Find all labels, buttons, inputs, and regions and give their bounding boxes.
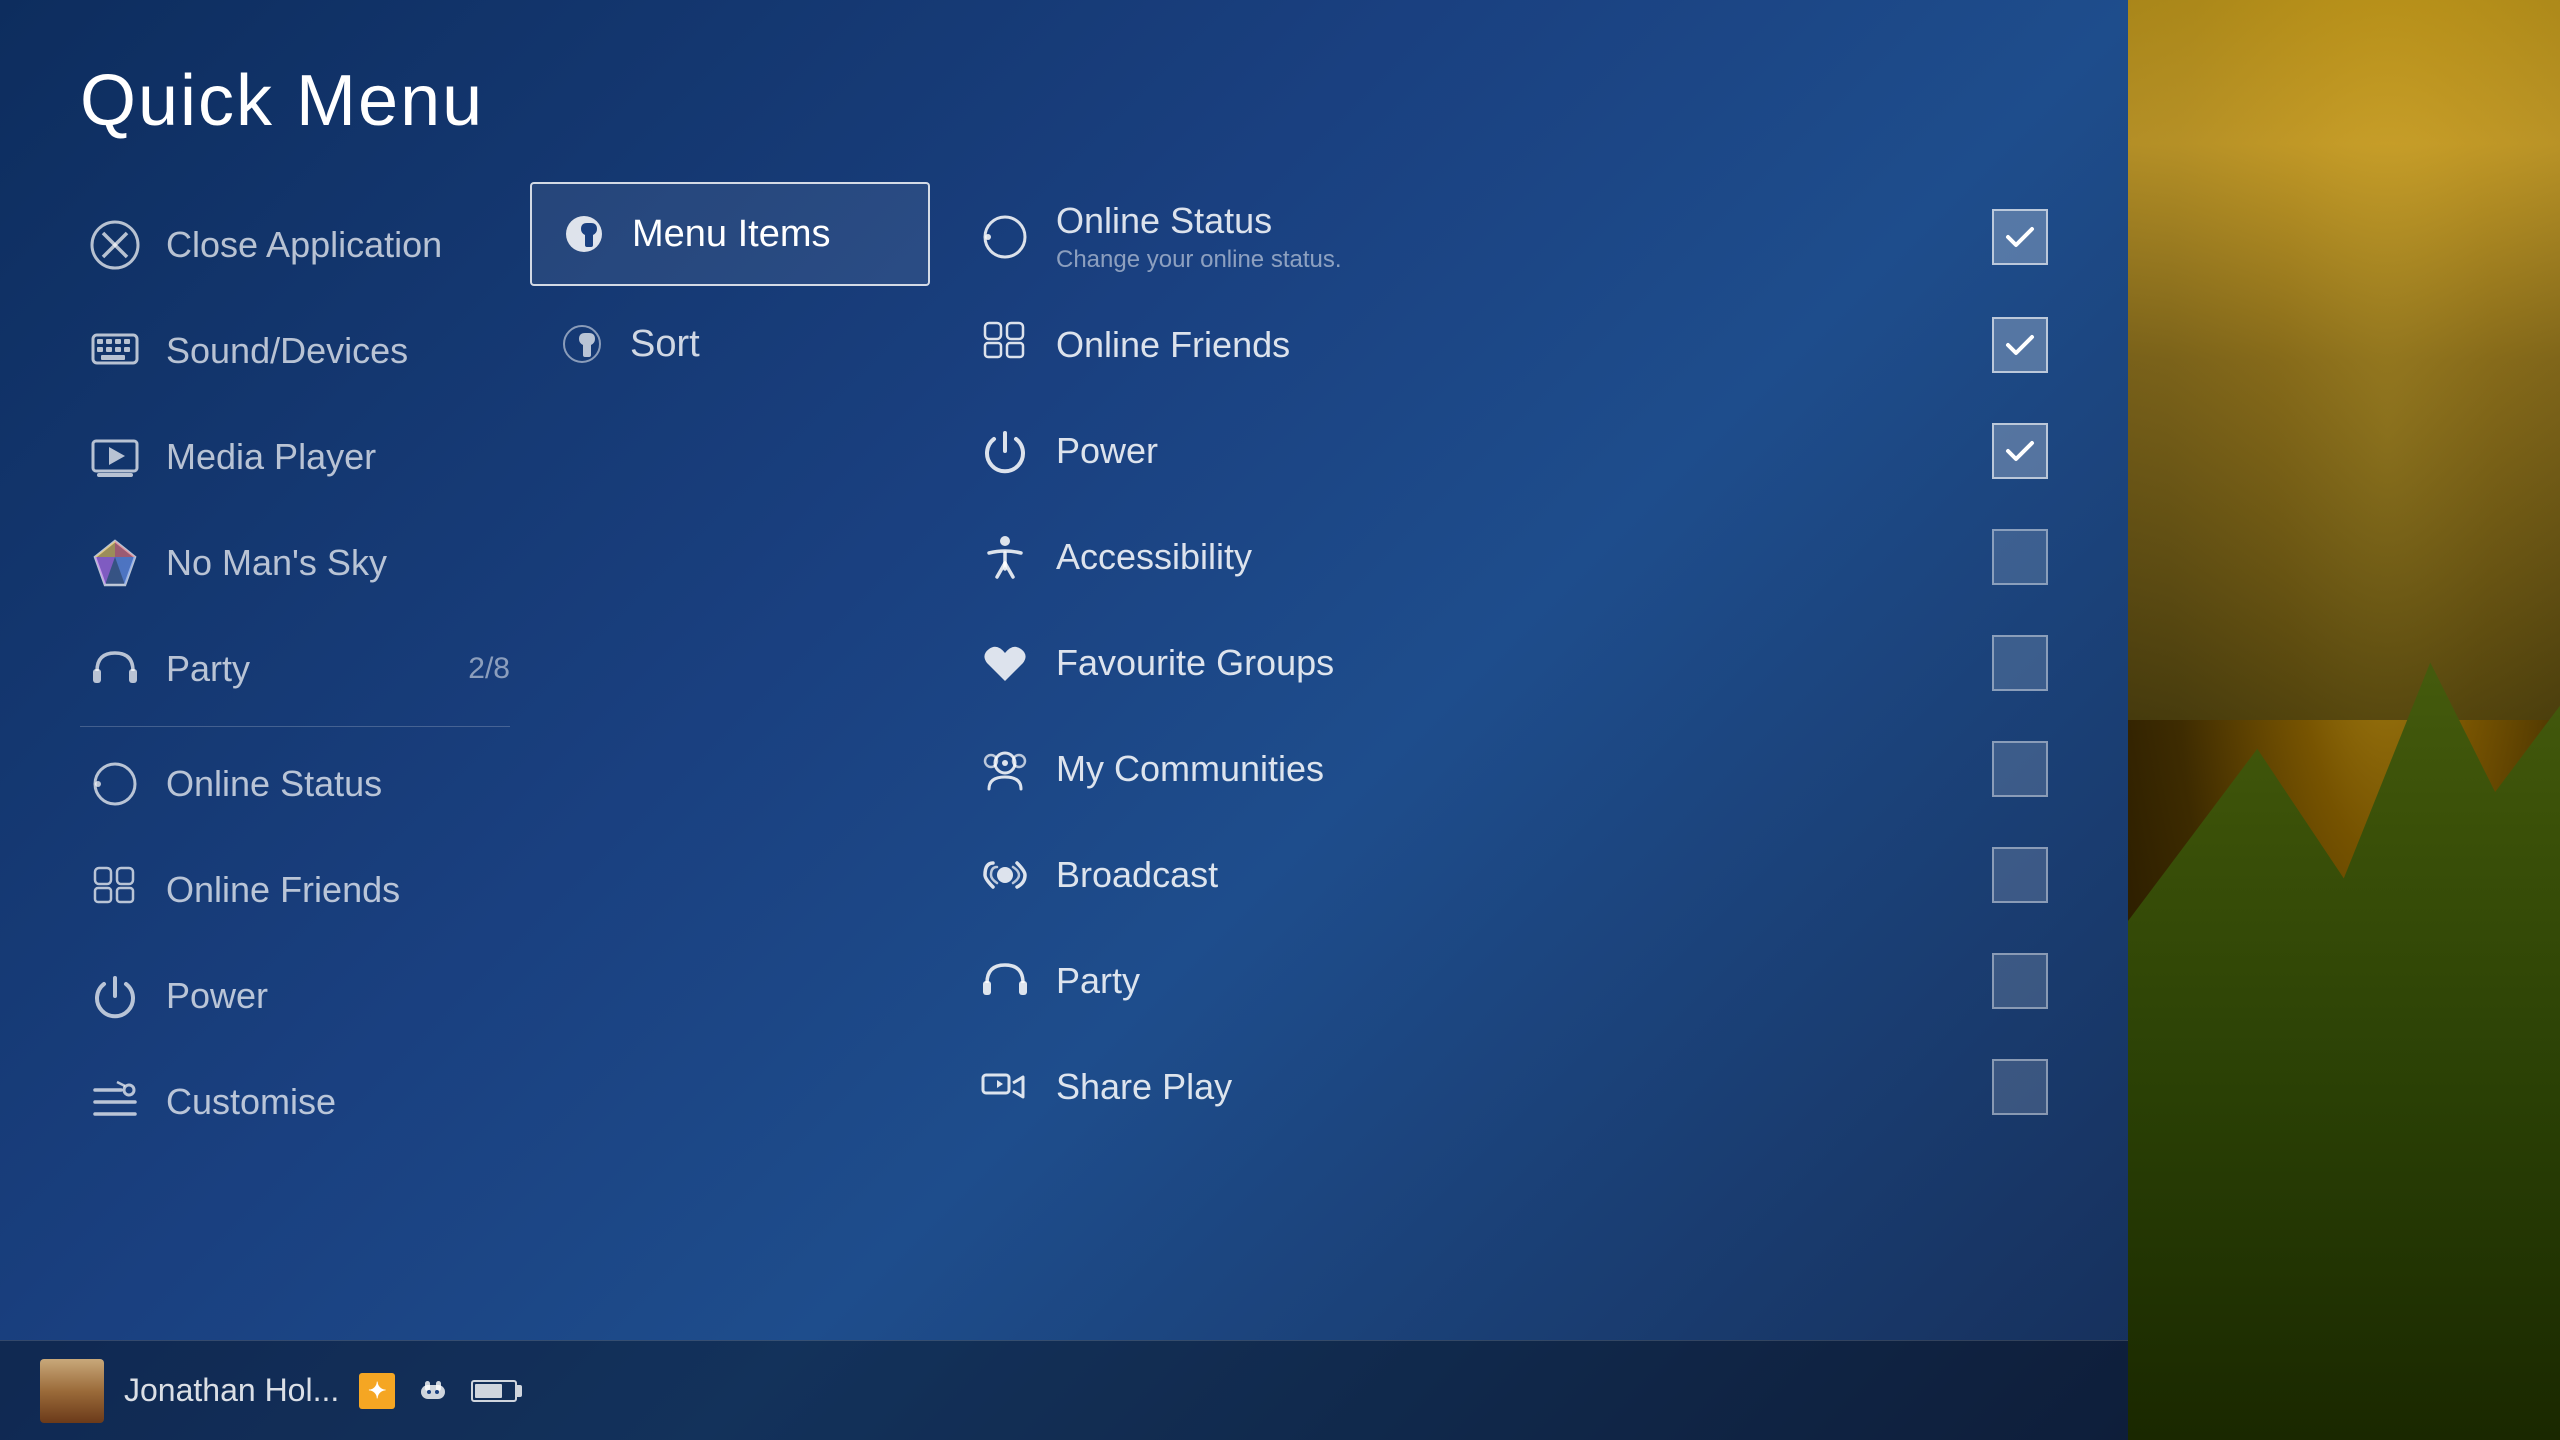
- customise-icon: [80, 1067, 150, 1137]
- wrench-icon: [554, 316, 610, 372]
- sidebar-item-close-application[interactable]: Close Application: [80, 192, 510, 298]
- settings-power-name: Power: [1056, 430, 1992, 472]
- cancel-circle-icon: [80, 210, 150, 280]
- username: Jonathan Hol...: [124, 1372, 339, 1409]
- online-status-label: Online Status: [166, 763, 382, 805]
- sidebar-item-sound-devices[interactable]: Sound/Devices: [80, 298, 510, 404]
- heart-icon: [970, 628, 1040, 698]
- settings-online-status-desc: Change your online status.: [1056, 246, 1992, 274]
- settings-online-status-content: Online Status Change your online status.: [1056, 200, 1992, 274]
- accessibility-icon: [970, 522, 1040, 592]
- settings-party-content: Party: [1056, 960, 1992, 1002]
- sort-label: Sort: [630, 323, 700, 366]
- controller-icon: [415, 1373, 451, 1409]
- settings-my-communities-content: My Communities: [1056, 748, 1992, 790]
- settings-accessibility-content: Accessibility: [1056, 536, 1992, 578]
- settings-my-communities-checkbox[interactable]: [1992, 741, 2048, 797]
- settings-accessibility-name: Accessibility: [1056, 536, 1992, 578]
- sidebar-item-no-mans-sky[interactable]: No Man's Sky: [80, 510, 510, 616]
- settings-party-name: Party: [1056, 960, 1992, 1002]
- middle-menu: Menu Items Sort: [530, 172, 930, 1340]
- settings-broadcast-checkbox[interactable]: [1992, 847, 2048, 903]
- keyboard-icon: [80, 316, 150, 386]
- background-panel: [2128, 0, 2560, 1440]
- settings-item-party[interactable]: Party: [970, 928, 2048, 1034]
- page-title: Quick Menu: [80, 60, 2048, 142]
- media-player-label: Media Player: [166, 436, 376, 478]
- close-application-label: Close Application: [166, 224, 442, 266]
- settings-item-favourite-groups[interactable]: Favourite Groups: [970, 610, 2048, 716]
- settings-share-play-content: Share Play: [1056, 1066, 1992, 1108]
- settings-item-online-status[interactable]: Online Status Change your online status.: [970, 182, 2048, 292]
- menu-items-label: Menu Items: [632, 213, 831, 256]
- settings-power-checkbox[interactable]: [1992, 423, 2048, 479]
- party-label: Party: [166, 648, 250, 690]
- settings-party-checkbox[interactable]: [1992, 953, 2048, 1009]
- sidebar-item-online-friends[interactable]: Online Friends: [80, 837, 510, 943]
- sound-devices-label: Sound/Devices: [166, 330, 408, 372]
- settings-broadcast-content: Broadcast: [1056, 854, 1992, 896]
- settings-broadcast-name: Broadcast: [1056, 854, 1992, 896]
- submenu-item-sort[interactable]: Sort: [530, 294, 930, 394]
- settings-online-friends-content: Online Friends: [1056, 324, 1992, 366]
- status-icons: ✦: [359, 1373, 517, 1409]
- left-menu: Close Application: [80, 172, 510, 1340]
- game-icon: [80, 528, 150, 598]
- party-badge: 2/8: [468, 652, 510, 686]
- sidebar-item-power[interactable]: Power: [80, 943, 510, 1049]
- settings-power-content: Power: [1056, 430, 1992, 472]
- settings-item-online-friends[interactable]: Online Friends: [970, 292, 2048, 398]
- no-mans-sky-label: No Man's Sky: [166, 542, 387, 584]
- settings-headset-icon: [970, 946, 1040, 1016]
- settings-item-broadcast[interactable]: Broadcast: [970, 822, 2048, 928]
- settings-online-friends-checkbox[interactable]: [1992, 317, 2048, 373]
- settings-item-share-play[interactable]: Share Play: [970, 1034, 2048, 1140]
- friends-icon: [80, 855, 150, 925]
- battery-icon: [471, 1380, 517, 1402]
- settings-favourite-groups-checkbox[interactable]: [1992, 635, 2048, 691]
- settings-item-my-communities[interactable]: My Communities: [970, 716, 2048, 822]
- settings-friends-icon: [970, 310, 1040, 380]
- avatar: [40, 1359, 104, 1423]
- status-bar: Jonathan Hol... ✦: [0, 1340, 2128, 1440]
- customise-label: Customise: [166, 1081, 336, 1123]
- menu-divider: [80, 726, 510, 727]
- settings-online-status-name: Online Status: [1056, 200, 1992, 242]
- settings-item-power[interactable]: Power: [970, 398, 2048, 504]
- media-icon: [80, 422, 150, 492]
- settings-item-accessibility[interactable]: Accessibility: [970, 504, 2048, 610]
- settings-online-friends-name: Online Friends: [1056, 324, 1992, 366]
- settings-favourite-groups-name: Favourite Groups: [1056, 642, 1992, 684]
- submenu-item-menu-items[interactable]: Menu Items: [530, 182, 930, 286]
- power-label: Power: [166, 975, 268, 1017]
- settings-online-status-checkbox[interactable]: [1992, 209, 2048, 265]
- settings-face-status-icon: [970, 202, 1040, 272]
- headset-icon: [80, 634, 150, 704]
- broadcast-icon: [970, 840, 1040, 910]
- sidebar-item-media-player[interactable]: Media Player: [80, 404, 510, 510]
- wrench-active-icon: [556, 206, 612, 262]
- sidebar-item-customise[interactable]: Customise: [80, 1049, 510, 1155]
- settings-favourite-groups-content: Favourite Groups: [1056, 642, 1992, 684]
- communities-icon: [970, 734, 1040, 804]
- settings-power-icon: [970, 416, 1040, 486]
- ps-plus-icon: ✦: [359, 1373, 395, 1409]
- settings-panel: Online Status Change your online status.: [970, 172, 2048, 1340]
- face-status-icon: [80, 749, 150, 819]
- sidebar-item-party[interactable]: Party 2/8: [80, 616, 510, 722]
- sidebar-item-online-status[interactable]: Online Status: [80, 731, 510, 837]
- power-icon: [80, 961, 150, 1031]
- settings-accessibility-checkbox[interactable]: [1992, 529, 2048, 585]
- online-friends-label: Online Friends: [166, 869, 400, 911]
- settings-my-communities-name: My Communities: [1056, 748, 1992, 790]
- settings-share-play-checkbox[interactable]: [1992, 1059, 2048, 1115]
- settings-share-play-name: Share Play: [1056, 1066, 1992, 1108]
- share-play-icon: [970, 1052, 1040, 1122]
